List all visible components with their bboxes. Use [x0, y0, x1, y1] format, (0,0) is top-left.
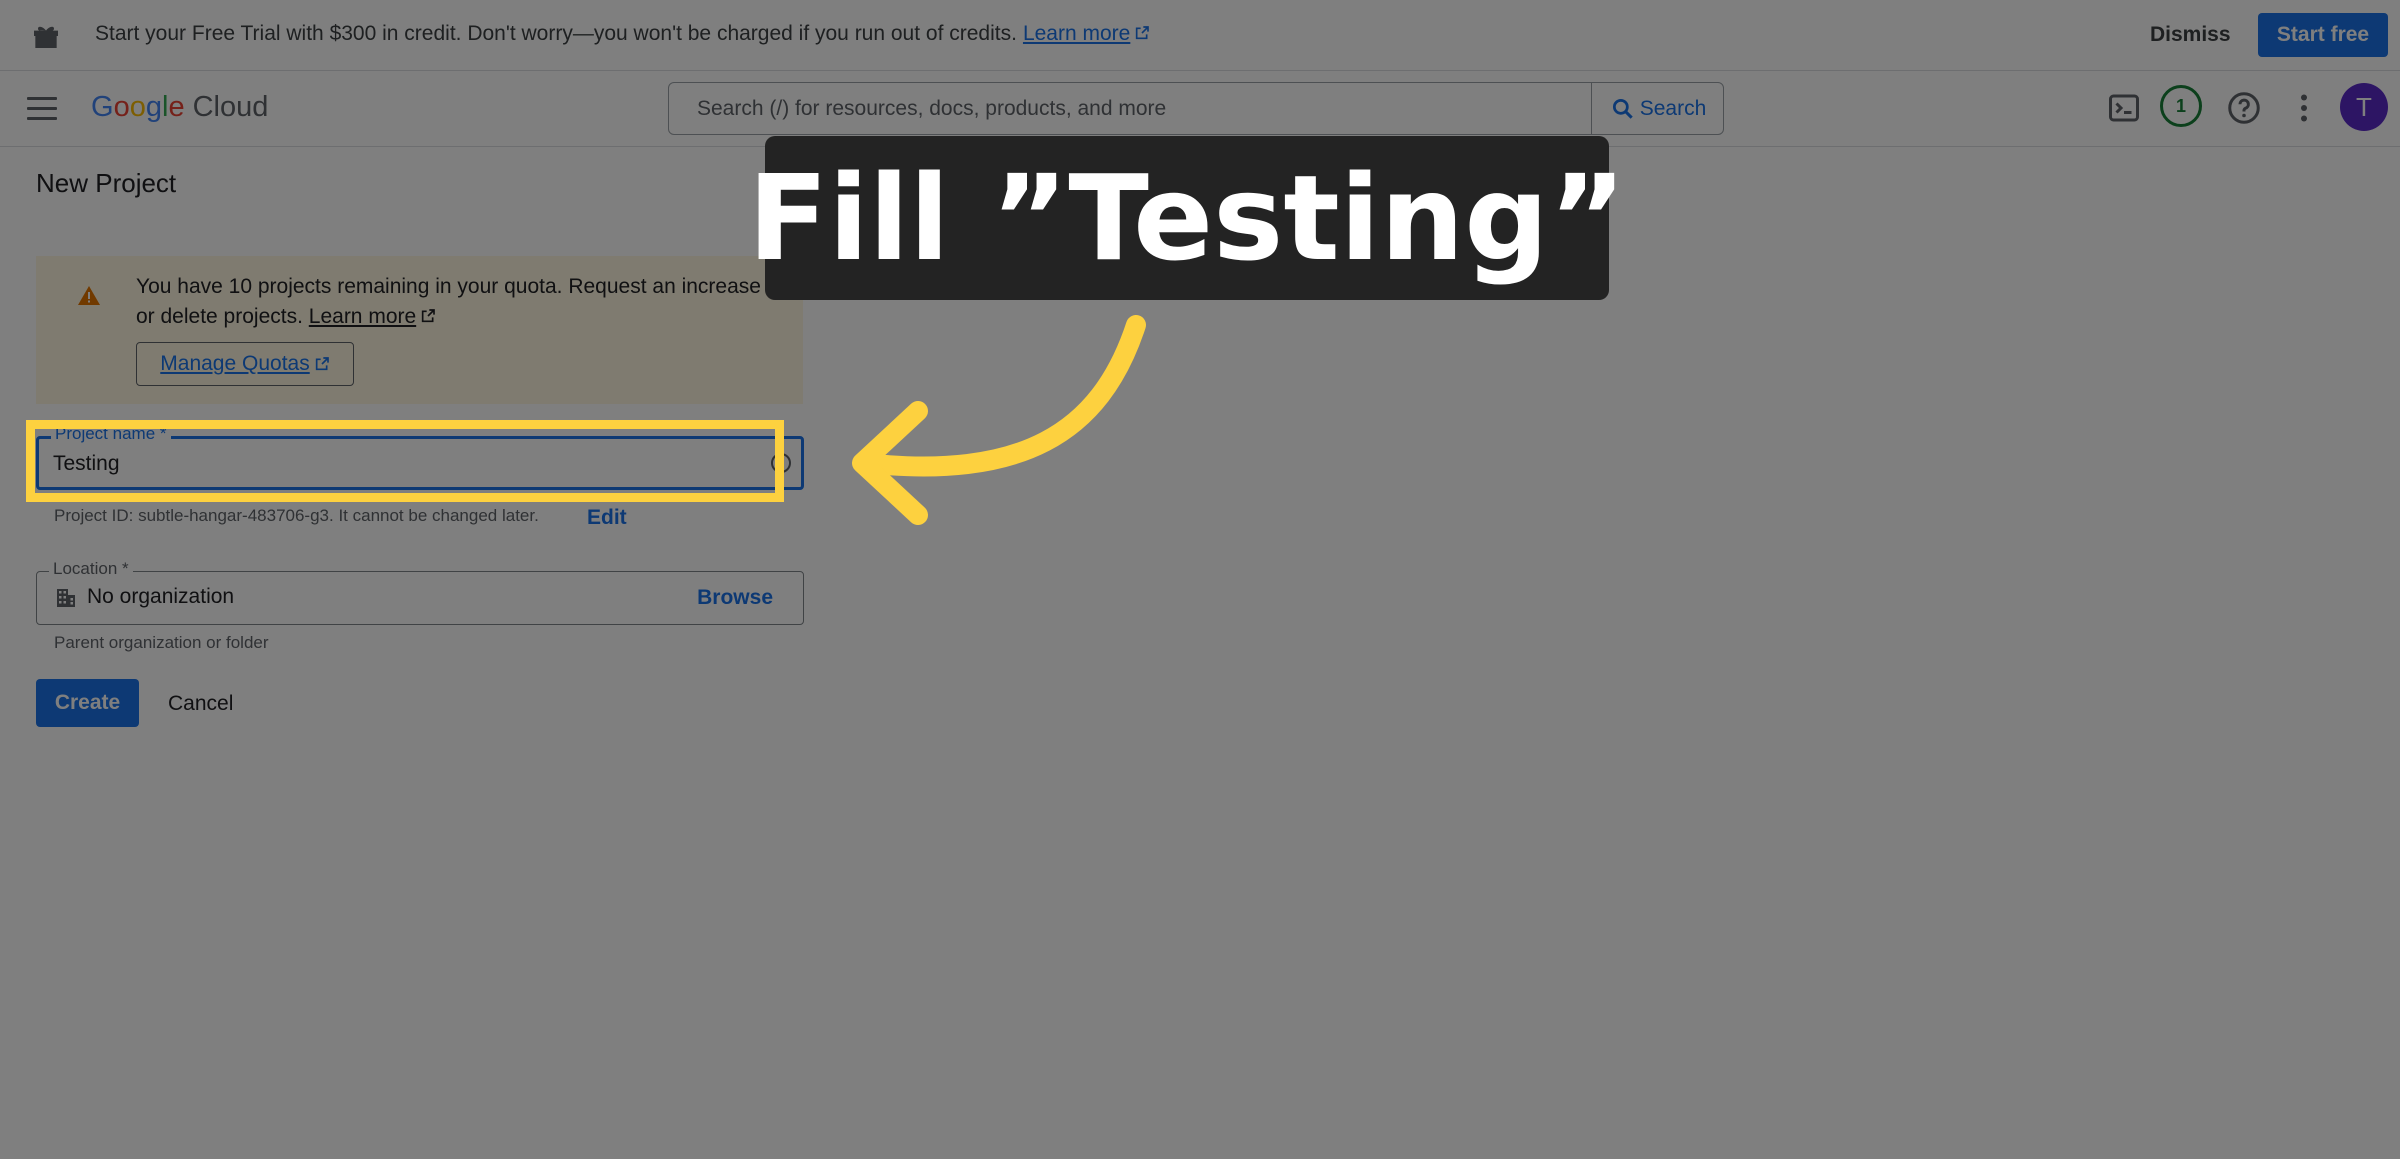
- more-options-icon[interactable]: [2286, 90, 2322, 126]
- external-link-icon: [422, 309, 436, 323]
- project-name-field: Project name *: [36, 424, 804, 490]
- search-button[interactable]: Search: [1591, 83, 1724, 134]
- dismiss-button[interactable]: Dismiss: [2150, 23, 2231, 47]
- account-avatar[interactable]: T: [2340, 83, 2388, 131]
- edit-project-id-link[interactable]: Edit: [587, 506, 627, 530]
- project-id-helper: Project ID: subtle-hangar-483706-g3. It …: [54, 506, 539, 525]
- quota-learn-more-link[interactable]: Learn more: [309, 305, 416, 328]
- tutorial-callout: Fill ”Testing”: [748, 136, 1626, 300]
- external-link-icon: [315, 357, 329, 371]
- google-cloud-logo[interactable]: Google Cloud: [91, 91, 268, 124]
- tutorial-arrow-icon: [852, 315, 1146, 525]
- external-link-icon: [1136, 26, 1150, 40]
- cloud-shell-terminal-icon[interactable]: [2106, 90, 2142, 126]
- help-outline-icon[interactable]: [769, 451, 793, 475]
- manage-quotas-button[interactable]: Manage Quotas: [136, 342, 354, 386]
- page-title: New Project: [36, 168, 177, 198]
- promo-message: Start your Free Trial with $300 in credi…: [95, 22, 1150, 46]
- quota-warning-message: You have 10 projects remaining in your q…: [136, 272, 776, 332]
- search-box: Search: [668, 82, 1724, 135]
- quota-warning-text: You have 10 projects remaining in your q…: [136, 275, 761, 328]
- location-field[interactable]: Location * No organization Browse: [36, 559, 804, 625]
- promo-learn-more-link[interactable]: Learn more: [1023, 22, 1130, 45]
- quota-warning-banner: You have 10 projects remaining in your q…: [36, 256, 803, 404]
- notifications-badge[interactable]: 1: [2160, 85, 2202, 127]
- search-input[interactable]: [669, 83, 1591, 134]
- location-helper: Parent organization or folder: [54, 633, 269, 652]
- manage-quotas-label: Manage Quotas: [160, 352, 310, 375]
- help-icon[interactable]: [2226, 90, 2262, 126]
- browse-button[interactable]: Browse: [697, 586, 773, 610]
- create-button[interactable]: Create: [36, 679, 139, 727]
- project-name-input[interactable]: [53, 450, 753, 478]
- cancel-button[interactable]: Cancel: [168, 692, 233, 716]
- project-name-label: Project name *: [51, 424, 171, 444]
- hamburger-menu-icon[interactable]: [27, 97, 57, 121]
- warning-icon: [78, 286, 100, 305]
- search-button-label: Search: [1639, 96, 1707, 120]
- start-free-button[interactable]: Start free: [2258, 13, 2388, 57]
- location-value: No organization: [87, 585, 235, 608]
- promo-text: Start your Free Trial with $300 in credi…: [95, 22, 1017, 45]
- search-icon: [1612, 98, 1633, 119]
- location-label: Location *: [49, 559, 133, 579]
- building-icon: [57, 589, 75, 607]
- promo-banner: Start your Free Trial with $300 in credi…: [0, 0, 2400, 71]
- gift-icon: [34, 26, 58, 48]
